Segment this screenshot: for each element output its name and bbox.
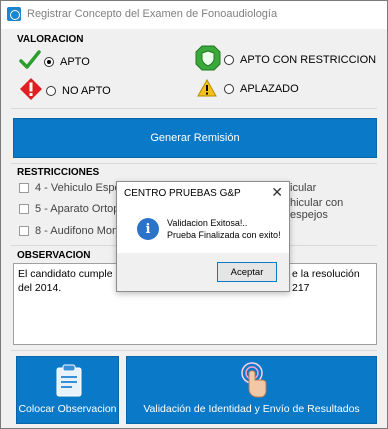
restriccion-label-partial: icular bbox=[290, 182, 317, 194]
observacion-text: El candidato cumple co bbox=[18, 268, 127, 280]
colocar-observacion-button[interactable]: Colocar Observacion bbox=[16, 356, 119, 424]
success-dialog: CENTRO PRUEBAS G&P ✕ i Validacion Exitos… bbox=[116, 181, 290, 292]
warning-icon bbox=[197, 79, 217, 97]
check-icon bbox=[19, 50, 41, 69]
separator bbox=[11, 163, 377, 164]
button-label: Validación de Identidad y Envío de Resul… bbox=[143, 403, 360, 415]
valoracion-label: VALORACION bbox=[17, 34, 84, 45]
info-icon: i bbox=[137, 218, 159, 240]
checkbox[interactable] bbox=[19, 226, 29, 236]
separator bbox=[11, 108, 377, 109]
radio-label: APLAZADO bbox=[240, 83, 299, 95]
separator bbox=[11, 350, 377, 351]
dialog-message-line: Validacion Exitosa!.. bbox=[167, 218, 248, 228]
radio-apto-con-restriccion[interactable]: APTO CON RESTRICCION bbox=[224, 54, 376, 66]
observacion-text: e la resolución 217 bbox=[292, 268, 360, 294]
radio-label: APTO CON RESTRICCION bbox=[240, 54, 377, 66]
radio-label: APTO bbox=[60, 56, 90, 68]
clipboard-icon bbox=[56, 364, 82, 397]
shield-icon bbox=[195, 45, 221, 71]
button-label: Colocar Observacion bbox=[18, 403, 117, 415]
radio-no-apto[interactable]: NO APTO bbox=[46, 85, 111, 97]
checkbox-label: 8 - Audifono Mono bbox=[35, 225, 125, 237]
radio-label: NO APTO bbox=[62, 85, 111, 97]
radio-aplazado[interactable]: APLAZADO bbox=[224, 83, 299, 95]
window-title: Registrar Concepto del Examen de Fonoaud… bbox=[27, 8, 278, 20]
fingerprint-touch-icon bbox=[241, 362, 267, 398]
restriccion-checkbox-8[interactable]: 8 - Audifono Mono bbox=[19, 225, 124, 237]
app-window: Registrar Concepto del Examen de Fonoaud… bbox=[0, 0, 388, 429]
radio-dot[interactable] bbox=[224, 55, 234, 65]
dialog-message-line: Prueba Finalizada con exito! bbox=[167, 230, 281, 240]
stop-icon bbox=[20, 78, 42, 100]
checkbox-label: 5 - Aparato Ortope bbox=[35, 203, 126, 215]
dialog-footer: Aceptar bbox=[117, 253, 289, 291]
observacion-label: OBSERVACION bbox=[17, 250, 91, 261]
radio-dot[interactable] bbox=[44, 57, 54, 67]
radio-dot[interactable] bbox=[46, 86, 56, 96]
validacion-envio-button[interactable]: Validación de Identidad y Envío de Resul… bbox=[126, 356, 377, 424]
radio-apto[interactable]: APTO bbox=[44, 56, 90, 68]
app-icon bbox=[7, 7, 21, 21]
generar-remision-button[interactable]: Generar Remisión bbox=[13, 118, 377, 158]
close-icon[interactable]: ✕ bbox=[271, 184, 283, 201]
aceptar-button[interactable]: Aceptar bbox=[217, 262, 277, 282]
restriccion-label-partial: hicular con bbox=[290, 197, 344, 209]
radio-dot[interactable] bbox=[224, 84, 234, 94]
restricciones-label: RESTRICCIONES bbox=[17, 167, 100, 178]
restriccion-checkbox-5[interactable]: 5 - Aparato Ortope bbox=[19, 203, 126, 215]
checkbox[interactable] bbox=[19, 204, 29, 214]
title-bar: Registrar Concepto del Examen de Fonoaud… bbox=[1, 1, 387, 29]
dialog-body: i Validacion Exitosa!.. Prueba Finalizad… bbox=[117, 208, 289, 254]
checkbox[interactable] bbox=[19, 183, 29, 193]
dialog-title: CENTRO PRUEBAS G&P bbox=[124, 188, 241, 199]
restriccion-label-partial: espejos bbox=[290, 209, 328, 221]
